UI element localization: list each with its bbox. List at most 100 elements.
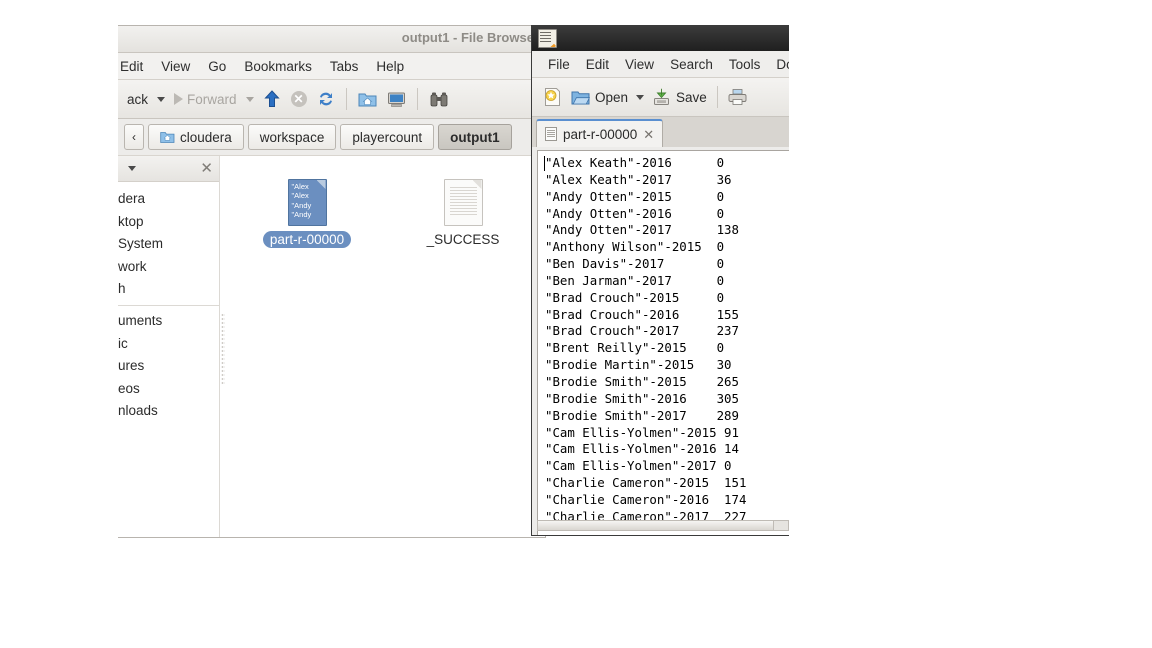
text-file-icon: "Alex "Alex "Andy "Andy [287, 179, 327, 226]
open-folder-icon [571, 91, 590, 104]
open-button[interactable]: Open [567, 87, 632, 108]
gedit-notepad-icon [538, 29, 557, 48]
file-browser-menubar[interactable]: Edit View Go Bookmarks Tabs Help [118, 53, 545, 80]
back-label: ack [127, 91, 149, 107]
file-label[interactable]: part-r-00000 [262, 231, 352, 248]
blank-lines [449, 187, 477, 215]
new-document-button[interactable] [539, 85, 567, 109]
computer-button[interactable] [382, 88, 411, 111]
breadcrumb[interactable]: ‹ cloudera workspace playercount output1 [118, 119, 545, 156]
text-caret [544, 156, 545, 171]
sidebar-item-desktop[interactable]: ktop [118, 211, 219, 234]
gedit-text-area[interactable]: "Alex Keath"-2016 0 "Alex Keath"-2017 36… [537, 150, 789, 535]
new-document-icon [545, 88, 560, 106]
thumb-line-4: "Andy [291, 210, 312, 220]
horizontal-scrollbar[interactable] [537, 520, 789, 531]
search-binoculars-icon [430, 92, 447, 106]
menu-edit[interactable]: Edit [578, 55, 617, 74]
menu-tabs[interactable]: Tabs [321, 57, 368, 76]
file-item-part-r-00000[interactable]: "Alex "Alex "Andy "Andy part-r-00000 [254, 168, 360, 248]
save-disk-icon [654, 88, 670, 105]
menu-file[interactable]: File [540, 55, 578, 74]
file-grid: "Alex "Alex "Andy "Andy part-r-00000 _SUCCE… [254, 168, 545, 248]
gedit-menubar[interactable]: File Edit View Search Tools Doc [532, 51, 789, 78]
gedit-titlebar[interactable] [532, 26, 789, 51]
search-button[interactable] [424, 88, 454, 111]
sidebar-item-music[interactable]: ic [118, 333, 219, 356]
blank-file-icon [443, 179, 483, 226]
up-button[interactable] [258, 87, 286, 111]
forward-dropdown-chevron-down-icon[interactable] [245, 96, 254, 102]
menu-view[interactable]: View [617, 55, 662, 74]
home-icon [160, 132, 175, 143]
gedit-window[interactable]: File Edit View Search Tools Doc Open [531, 25, 789, 536]
arrow-right-icon [174, 93, 184, 105]
home-folder-button[interactable] [353, 88, 382, 111]
sidebar-item-pictures[interactable]: ures [118, 355, 219, 378]
forward-button[interactable]: Forward [169, 89, 242, 110]
file-browser-toolbar[interactable]: ack Forward ✕ [118, 80, 545, 119]
reload-icon [319, 92, 332, 106]
open-dropdown-chevron-down-icon[interactable] [636, 94, 645, 100]
menu-go[interactable]: Go [199, 57, 235, 76]
menu-search[interactable]: Search [662, 55, 721, 74]
file-list-pane[interactable]: "Alex "Alex "Andy "Andy part-r-00000 _SUCCE… [226, 156, 545, 537]
reload-button[interactable] [312, 87, 340, 111]
file-item-success[interactable]: _SUCCESS [410, 168, 516, 248]
sidebar-close-icon[interactable]: ✕ [200, 161, 213, 176]
sidebar-header[interactable]: ✕ [118, 156, 219, 182]
menu-help[interactable]: Help [367, 57, 413, 76]
file-browser-title: output1 - File Browser [401, 30, 539, 45]
tab-part-r-00000[interactable]: part-r-00000 ✕ [536, 119, 664, 147]
file-content[interactable]: "Alex Keath"-2016 0 "Alex Keath"-2017 36… [538, 151, 789, 526]
breadcrumb-scroll-left[interactable]: ‹ [124, 124, 144, 150]
breadcrumb-item-playercount[interactable]: playercount [340, 124, 435, 150]
open-label: Open [595, 89, 629, 105]
sidebar-item-documents[interactable]: uments [118, 310, 219, 333]
file-icon-wrap: "Alex "Alex "Andy "Andy [287, 168, 327, 226]
sidebar-item-videos[interactable]: eos [118, 378, 219, 401]
save-label: Save [676, 89, 707, 105]
back-dropdown-chevron-down-icon[interactable] [157, 96, 166, 102]
forward-label: Forward [187, 91, 237, 107]
breadcrumb-item-cloudera[interactable]: cloudera [148, 124, 244, 150]
toolbar-separator-2 [416, 88, 418, 110]
back-button[interactable]: ack [122, 89, 153, 110]
toolbar-separator-1 [345, 88, 347, 110]
breadcrumb-item-workspace[interactable]: workspace [247, 124, 337, 150]
gedit-toolbar-separator [716, 86, 718, 108]
gedit-tabbar[interactable]: part-r-00000 ✕ [532, 117, 789, 147]
stop-button[interactable]: ✕ [286, 88, 312, 110]
scrollbar-thumb[interactable] [538, 521, 774, 530]
desktop-background: output1 - File Browser Edit View Go Book… [0, 0, 1152, 648]
file-icon-wrap [443, 168, 483, 226]
close-icon[interactable]: ✕ [643, 128, 654, 141]
gedit-toolbar[interactable]: Open Save [532, 78, 789, 117]
tab-label: part-r-00000 [563, 126, 638, 142]
up-arrow-icon [263, 90, 280, 107]
sidebar-item-trash[interactable]: h [118, 278, 219, 301]
menu-tools[interactable]: Tools [721, 55, 769, 74]
menu-view[interactable]: View [152, 57, 199, 76]
file-browser-body: ✕ dera ktop System work h uments ic ures… [118, 156, 545, 537]
file-label[interactable]: _SUCCESS [420, 231, 507, 248]
sidebar-item-network[interactable]: work [118, 256, 219, 279]
sidebar[interactable]: ✕ dera ktop System work h uments ic ures… [118, 156, 220, 537]
sidebar-item-file-system[interactable]: System [118, 233, 219, 256]
sidebar-item-home[interactable]: dera [118, 188, 219, 211]
menu-bookmarks[interactable]: Bookmarks [235, 57, 321, 76]
thumb-line-3: "Andy [291, 200, 312, 210]
sidebar-item-downloads[interactable]: nloads [118, 400, 219, 423]
menu-documents[interactable]: Doc [768, 55, 789, 74]
file-browser-window[interactable]: output1 - File Browser Edit View Go Book… [118, 25, 546, 538]
file-browser-titlebar[interactable]: output1 - File Browser [118, 26, 545, 53]
save-button[interactable]: Save [648, 86, 711, 108]
sidebar-places-chevron-down-icon[interactable] [128, 166, 136, 171]
printer-icon [728, 89, 747, 105]
computer-icon [387, 92, 405, 107]
menu-edit[interactable]: Edit [118, 57, 152, 76]
print-button[interactable] [724, 86, 751, 108]
breadcrumb-item-output1[interactable]: output1 [438, 124, 512, 150]
thumb-line-1: "Alex [291, 182, 309, 191]
sidebar-separator [118, 304, 219, 306]
